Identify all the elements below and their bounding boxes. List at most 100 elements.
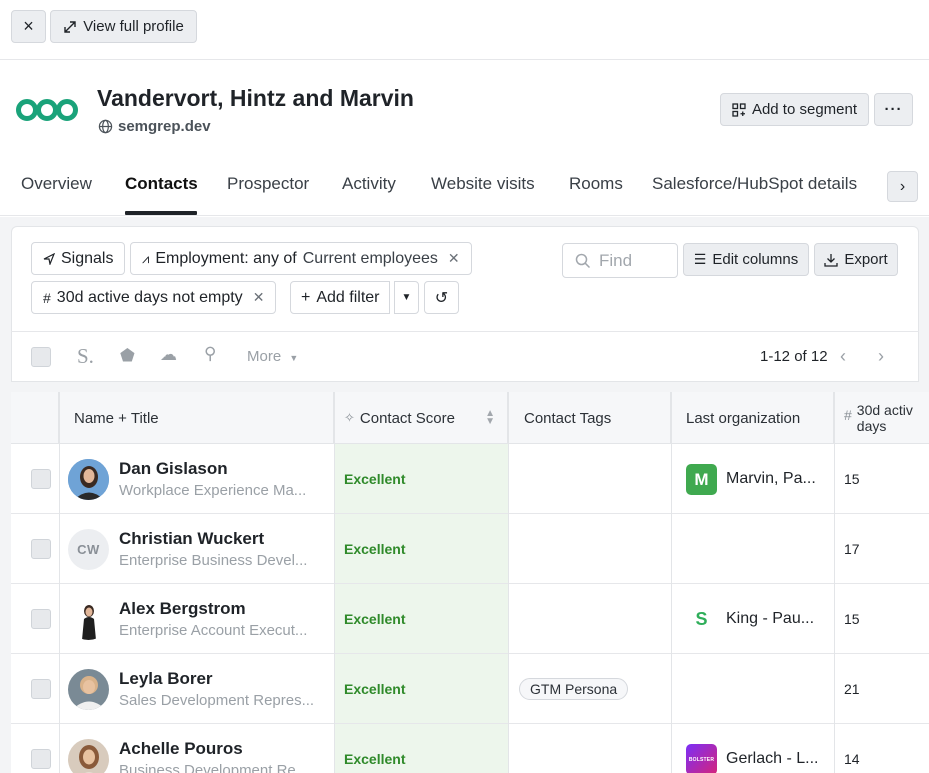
header-contact-score[interactable]: ✧ Contact Score ▲ ▼ — [334, 392, 508, 444]
caret-down-icon: ▼ — [401, 292, 412, 303]
contact-name[interactable]: Dan Gislason — [119, 459, 228, 479]
table-row[interactable]: CW Christian Wuckert Enterprise Business… — [11, 514, 929, 584]
header-select-cell — [11, 392, 59, 444]
contact-title: Workplace Experience Ma... — [119, 482, 307, 499]
employment-filter-value: Current employees — [302, 249, 438, 267]
more-tools-dropdown[interactable]: More ▼ — [247, 348, 298, 365]
find-input[interactable]: Find — [562, 243, 678, 278]
contact-name[interactable]: Leyla Borer — [119, 669, 213, 689]
organization-logo-icon: BOLSTER — [686, 744, 717, 773]
column-divider — [59, 392, 60, 773]
table-row[interactable]: Achelle Pouros Business Development Re..… — [11, 724, 929, 773]
shield-icon[interactable]: ⬟ — [120, 346, 135, 366]
tab-website-visits[interactable]: Website visits — [431, 174, 535, 194]
more-actions-button[interactable]: ··· — [874, 93, 913, 126]
contact-title: Sales Development Repres... — [119, 692, 315, 709]
salesforce-cloud-icon[interactable]: ☁ — [160, 345, 177, 365]
table-row[interactable]: Alex Bergstrom Enterprise Account Execut… — [11, 584, 929, 654]
contact-name[interactable]: Alex Bergstrom — [119, 599, 246, 619]
more-tools-label: More — [247, 348, 282, 365]
contact-tag[interactable]: GTM Persona — [519, 678, 629, 700]
signal-icon — [43, 252, 55, 265]
contact-score: Excellent — [344, 751, 406, 767]
add-filter-dropdown-button[interactable]: ▼ — [394, 281, 419, 314]
pagination-count: 1-12 of 12 — [760, 348, 828, 365]
avatar-photo — [68, 739, 109, 773]
company-domain[interactable]: semgrep.dev — [98, 118, 211, 135]
add-filter-button[interactable]: + Add filter — [290, 281, 391, 314]
remove-filter-icon[interactable]: ✕ — [448, 250, 460, 267]
avatar-photo — [68, 459, 109, 500]
row-checkbox[interactable] — [31, 679, 51, 699]
table-row[interactable]: Dan Gislason Workplace Experience Ma... … — [11, 444, 929, 514]
header-name-label: Name + Title — [74, 409, 159, 427]
close-button[interactable]: × — [11, 10, 46, 43]
reset-filters-button[interactable]: ↺ — [424, 281, 459, 314]
tab-overview[interactable]: Overview — [21, 174, 92, 194]
next-page-button[interactable]: › — [878, 346, 884, 367]
edit-columns-label: Edit columns — [712, 251, 799, 268]
avatar — [68, 739, 109, 773]
contact-name[interactable]: Christian Wuckert — [119, 529, 264, 549]
sort-icon[interactable]: ▲ ▼ — [485, 409, 495, 427]
contact-name[interactable]: Achelle Pouros — [119, 739, 243, 759]
signals-filter-label: Signals — [61, 249, 114, 267]
active-days-filter-chip[interactable]: # 30d active days not empty ✕ — [31, 281, 277, 314]
sequence-icon[interactable]: S. — [77, 344, 94, 369]
row-checkbox[interactable] — [31, 609, 51, 629]
contact-score: Excellent — [344, 541, 406, 557]
search-icon — [575, 253, 591, 268]
view-full-profile-button[interactable]: View full profile — [50, 10, 197, 43]
org-logo-letter: S — [695, 609, 708, 629]
active-days-filter-label: 30d active days not empty — [56, 288, 243, 306]
active-tab-indicator — [125, 211, 197, 215]
employment-filter-chip[interactable]: ⩘ Employment: any of Current employees ✕ — [130, 242, 472, 275]
table-header: Name + Title ✧ Contact Score ▲ ▼ Contact … — [11, 392, 929, 444]
add-to-segment-label: Add to segment — [751, 101, 858, 118]
download-icon — [824, 253, 838, 267]
signals-filter-chip[interactable]: Signals — [31, 242, 126, 275]
previous-page-button[interactable]: ‹ — [840, 346, 846, 367]
active-days-value: 15 — [844, 471, 860, 487]
organization-name[interactable]: Gerlach - L... — [726, 750, 818, 768]
segment-icon — [732, 102, 746, 117]
tab-activity[interactable]: Activity — [342, 174, 396, 194]
edit-columns-button[interactable]: ☰ Edit columns — [683, 243, 809, 276]
organization-logo-icon: S — [686, 604, 717, 635]
organization-name[interactable]: Marvin, Pa... — [726, 470, 816, 488]
header-days-line1: 30d activ — [856, 402, 913, 418]
tab-salesforce-hubspot[interactable]: Salesforce/HubSpot details — [652, 174, 857, 194]
avatar — [68, 669, 109, 710]
header-contact-tags[interactable]: Contact Tags — [508, 392, 671, 444]
tabs-scroll-right-button[interactable]: › — [887, 171, 918, 202]
active-days-value: 14 — [844, 751, 860, 767]
add-to-segment-button[interactable]: Add to segment — [720, 93, 869, 126]
columns-icon: ☰ — [693, 251, 707, 267]
header-score-label: Contact Score — [359, 409, 455, 427]
hubspot-icon[interactable]: ⚲ — [204, 344, 216, 364]
find-placeholder: Find — [599, 250, 641, 270]
top-bar: × View full profile — [0, 0, 929, 60]
organization-name[interactable]: King - Pau... — [726, 610, 814, 628]
view-full-profile-label: View full profile — [83, 18, 184, 35]
row-checkbox[interactable] — [31, 539, 51, 559]
org-logo-letter: M — [694, 469, 709, 489]
table-row[interactable]: Leyla Borer Sales Development Repres... … — [11, 654, 929, 724]
company-logo — [16, 99, 78, 121]
avatar — [68, 599, 109, 640]
chevron-right-icon: › — [899, 177, 906, 195]
header-last-organization[interactable]: Last organization — [671, 392, 834, 444]
tab-contacts[interactable]: Contacts — [125, 174, 198, 194]
export-button[interactable]: Export — [814, 243, 898, 276]
avatar — [68, 459, 109, 500]
row-checkbox[interactable] — [31, 469, 51, 489]
tab-rooms[interactable]: Rooms — [569, 174, 623, 194]
hash-icon: # — [43, 289, 51, 306]
row-checkbox[interactable] — [31, 749, 51, 769]
header-name-title[interactable]: Name + Title — [59, 392, 334, 444]
select-all-checkbox[interactable] — [31, 347, 51, 367]
remove-filter-icon[interactable]: ✕ — [253, 289, 265, 306]
contact-title: Enterprise Business Devel... — [119, 552, 308, 569]
tab-prospector[interactable]: Prospector — [227, 174, 309, 194]
header-active-days[interactable]: # 30d activ days — [834, 392, 929, 444]
